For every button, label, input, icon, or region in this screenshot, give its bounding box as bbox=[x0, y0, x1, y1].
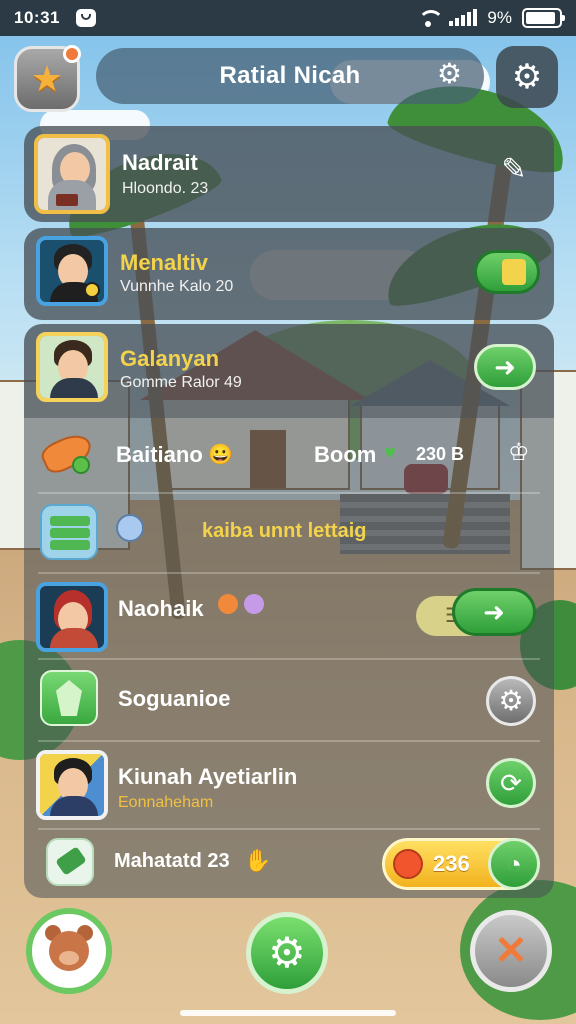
battery-percent: 9% bbox=[487, 8, 512, 27]
refresh-icon[interactable]: ⟳ bbox=[486, 758, 536, 808]
list-item[interactable]: Galanyan Gomme Ralor 49 ➜ bbox=[24, 324, 554, 418]
notification-dot bbox=[63, 45, 81, 63]
settings-button[interactable]: ⚙ bbox=[496, 46, 558, 108]
close-icon: ✕ bbox=[494, 929, 528, 973]
gear-icon: ⚙ bbox=[268, 929, 306, 976]
crown-icon: ♔ bbox=[508, 439, 530, 466]
carrot-item-icon bbox=[38, 426, 96, 482]
emoji-icon: 😀 bbox=[208, 444, 233, 466]
row-name: Soguanioe bbox=[118, 686, 231, 711]
coin-value: 236 bbox=[433, 851, 470, 876]
gear-icon[interactable]: ⚙ bbox=[486, 676, 536, 726]
list-item[interactable]: Nadrait Hloondo. 23 ✎ bbox=[24, 126, 554, 222]
list-item[interactable]: Menaltiv Vunnhe Kalo 20 bbox=[24, 228, 554, 320]
list-item[interactable]: Baitiano 😀 Boom ♥ 230 B ♔ bbox=[24, 418, 554, 494]
banner-text: kaiba unnt lettaig bbox=[202, 520, 367, 542]
heart-icon: ♥ bbox=[384, 442, 396, 464]
notification-app-icon bbox=[75, 9, 96, 27]
status-time: 10:31 bbox=[14, 8, 60, 27]
list-item[interactable]: kaiba unnt lettaig bbox=[24, 494, 554, 574]
home-indicator bbox=[180, 1010, 396, 1016]
row-name: Galanyan bbox=[120, 346, 220, 371]
orange-badge-icon bbox=[218, 594, 238, 614]
avatar bbox=[36, 236, 108, 306]
shovel-item-icon bbox=[46, 838, 94, 886]
avatar bbox=[36, 582, 108, 652]
list-item[interactable]: Kiunah Ayetiarlin Eonnaheham ⟳ bbox=[24, 742, 554, 830]
title-bar: Ratial Nicah ⚙ bbox=[96, 48, 484, 104]
center-settings-button[interactable]: ⚙ bbox=[246, 912, 328, 994]
stack-item-icon bbox=[40, 504, 98, 560]
row-name: Mahatatd 23 bbox=[114, 850, 230, 872]
avatar bbox=[34, 134, 110, 214]
gem-icon bbox=[116, 514, 144, 542]
share-button[interactable]: ➜ bbox=[474, 344, 536, 390]
list-item[interactable]: Mahatatd 23 ✋ 236 ◔ bbox=[24, 830, 554, 898]
edit-pencil-icon[interactable]: ✎ bbox=[490, 146, 538, 194]
star-icon: ★ bbox=[30, 58, 64, 99]
toggle-knob bbox=[502, 259, 526, 285]
row-name: Menaltiv bbox=[120, 250, 209, 275]
avatar bbox=[36, 332, 108, 402]
coin-icon bbox=[393, 849, 423, 879]
avatar bbox=[36, 750, 108, 820]
toggle-button[interactable] bbox=[474, 250, 540, 294]
row-name: Baitiano bbox=[116, 442, 203, 467]
purple-badge-icon bbox=[244, 594, 264, 614]
row-subtitle: Eonnaheham bbox=[118, 794, 214, 811]
bear-avatar-icon bbox=[41, 923, 97, 979]
list-item[interactable]: Naohaik ☰ ➜ bbox=[24, 574, 554, 660]
list-item[interactable]: Soguanioe ⚙ bbox=[24, 660, 554, 742]
timer-icon[interactable]: ◔ bbox=[488, 838, 540, 890]
wifi-icon bbox=[417, 10, 445, 27]
profile-nav-button[interactable] bbox=[26, 908, 112, 994]
row-subtitle: Vunnhe Kalo 20 bbox=[120, 278, 234, 295]
row-subtitle: Hloondo. 23 bbox=[122, 180, 209, 197]
page-title: Ratial Nicah bbox=[219, 62, 361, 89]
leaf-item-icon bbox=[40, 670, 98, 726]
row-extra-value: 230 B bbox=[416, 444, 465, 464]
row-name: Kiunah Ayetiarlin bbox=[118, 764, 298, 789]
close-button[interactable]: ✕ bbox=[470, 910, 552, 992]
gear-icon[interactable]: ⚙ bbox=[437, 60, 462, 88]
star-profile-button[interactable]: ★ bbox=[14, 45, 81, 112]
row-name: Nadrait bbox=[122, 150, 198, 175]
row-subtitle: Gomme Ralor 49 bbox=[120, 374, 242, 391]
signal-icon bbox=[449, 9, 478, 26]
row-extra-label: Boom bbox=[314, 442, 377, 467]
hand-icon: ✋ bbox=[244, 848, 272, 873]
battery-icon bbox=[522, 8, 565, 28]
status-bar: 10:31 9% bbox=[0, 0, 576, 36]
row-name: Naohaik bbox=[118, 596, 204, 621]
share-button[interactable]: ➜ bbox=[452, 588, 536, 636]
gear-icon: ⚙ bbox=[511, 58, 543, 96]
